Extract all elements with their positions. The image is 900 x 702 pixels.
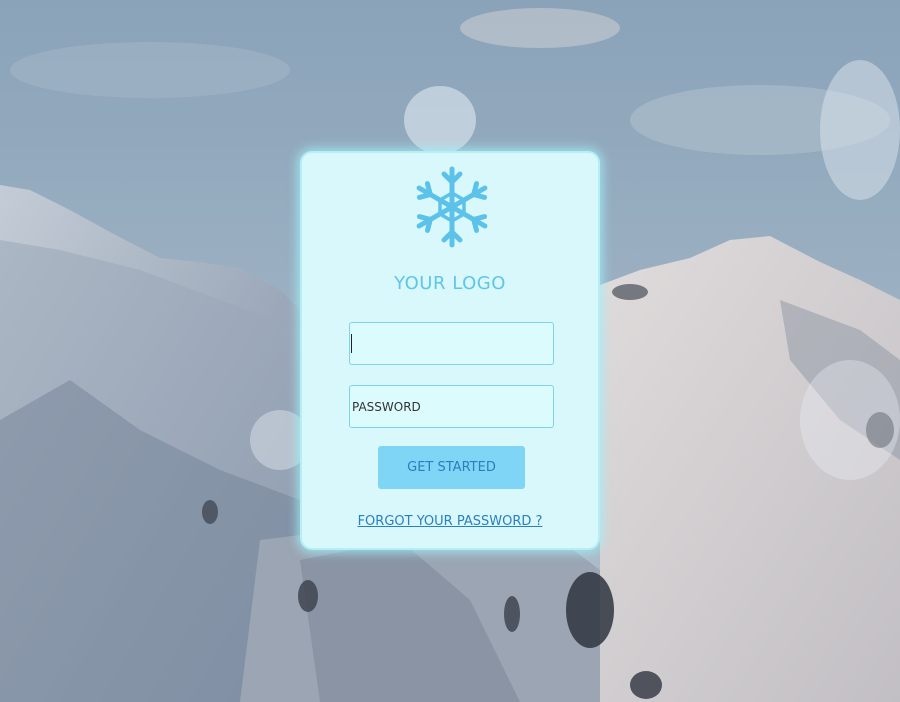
logo-text: YOUR LOGO — [394, 273, 506, 294]
text-cursor — [351, 334, 352, 353]
snowflake-icon — [416, 166, 488, 248]
forgot-password-link[interactable]: FORGOT YOUR PASSWORD ? — [302, 514, 598, 529]
get-started-button[interactable]: GET STARTED — [378, 446, 525, 489]
password-input[interactable] — [349, 385, 554, 428]
username-input[interactable] — [349, 322, 554, 365]
login-card: YOUR LOGO GET STARTED FORGOT YOUR PASSWO… — [300, 151, 600, 550]
login-page: YOUR LOGO GET STARTED FORGOT YOUR PASSWO… — [0, 0, 900, 702]
